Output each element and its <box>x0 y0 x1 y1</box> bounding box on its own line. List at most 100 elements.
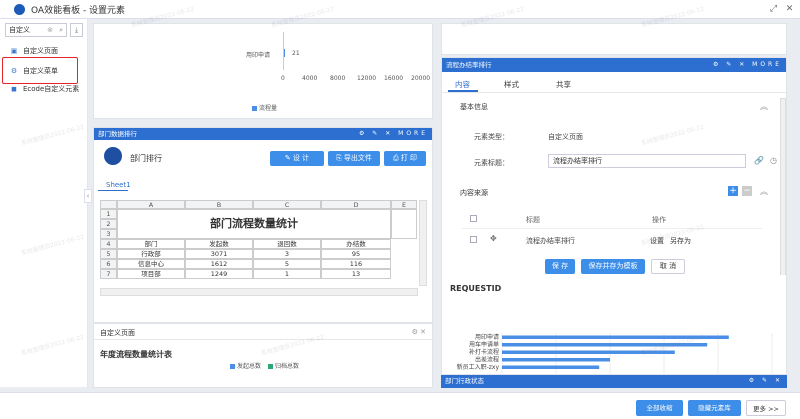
col-header: A <box>117 200 185 209</box>
tab-content[interactable]: 内容 <box>455 79 470 90</box>
dept-logo-icon <box>104 147 122 165</box>
card-header: 流程办结率排行 ⚙ ✎ ✕ MORE <box>442 58 786 72</box>
x-tick: 0 <box>281 75 285 82</box>
divider <box>462 228 762 229</box>
row-saveas-link[interactable]: 另存为 <box>670 236 691 246</box>
remove-icon[interactable]: − <box>742 186 752 196</box>
sidebar-item-custom-menu[interactable]: ⚙ 自定义菜单 <box>5 64 85 78</box>
collapse-sidebar-handle[interactable]: ‹ <box>84 189 92 203</box>
card-header-icons[interactable]: ⚙ ✎ ✕ <box>749 375 783 387</box>
sheet-tab[interactable]: Sheet1 <box>106 181 131 189</box>
collapse-icon[interactable]: ︽ <box>760 101 768 112</box>
drag-handle-icon[interactable]: ✥ <box>490 234 497 243</box>
more-button-label: 更多 >> <box>753 405 779 413</box>
element-settings-panel: 流程办结率排行 ⚙ ✎ ✕ MORE 内容 样式 共享 基本信息 ︽ 元素类型：… <box>441 23 793 388</box>
row-header: 7 <box>100 269 117 279</box>
export-button[interactable]: ⎘ 导出文件 <box>328 151 380 166</box>
save-template-button[interactable]: 保存并存为模板 <box>581 259 645 274</box>
request-chart-card: REQUESTID 0510152025用印申请用车申请单补打卡流程出差流程新员… <box>441 275 787 375</box>
print-button[interactable]: ⎙ 打 印 <box>384 151 426 166</box>
sheet-tab-underline <box>98 190 128 191</box>
sidebar-item-label: Ecode自定义元素 <box>23 85 80 93</box>
save-template-label: 保存并存为模板 <box>588 262 638 270</box>
row-setting-link[interactable]: 设置 <box>650 236 664 246</box>
dept-ranking-card: 部门数据排行 ⚙ ✎ ✕ MORE 部门排行 ✎ 设 计 ⎘ 导出文件 ⎙ 打 … <box>93 127 433 323</box>
section-basic-title: 基本信息 <box>460 103 488 111</box>
row-header: 1 <box>100 209 117 219</box>
main-canvas: 用印申请 21 0 4000 8000 12000 16000 20000 流程… <box>93 23 437 388</box>
hide-library-button[interactable]: 隐藏元素库 <box>688 400 741 416</box>
more-link[interactable]: MORE <box>752 61 782 68</box>
col-header: D <box>321 200 391 209</box>
horizontal-scrollbar[interactable] <box>100 288 418 296</box>
sidebar-item-label: 自定义菜单 <box>23 67 58 75</box>
col-op-header: 操作 <box>652 216 666 224</box>
add-icon[interactable]: + <box>728 186 738 196</box>
custom-page-card: 自定义页面 ⚙ ✕ 年度流程数量统计表 发起总数 归档总数 <box>93 323 434 388</box>
grid-cell <box>391 209 417 239</box>
table-cell: 95 <box>321 249 391 259</box>
y-category-label: 新员工入职-zxy <box>457 363 500 371</box>
export-button-label: 导出文件 <box>343 154 372 162</box>
settings-scrollbar[interactable] <box>780 98 786 288</box>
search-input[interactable]: 自定义 ⊗ ⌕ <box>5 23 67 37</box>
row-header: 6 <box>100 259 117 269</box>
right-top-card <box>441 23 787 55</box>
collapse-icon[interactable]: ︽ <box>760 186 768 197</box>
row-checkbox[interactable] <box>470 236 477 243</box>
chart-data-label: 21 <box>292 50 300 57</box>
row-title: 流程办结率排行 <box>526 237 575 245</box>
more-link[interactable]: MORE <box>398 130 428 137</box>
col-header: C <box>253 200 321 209</box>
element-title-input[interactable]: 流程办结率排行 <box>548 154 746 168</box>
search-icon[interactable]: ⌕ <box>59 24 63 36</box>
x-tick: 20000 <box>411 75 431 82</box>
vertical-scrollbar[interactable] <box>419 200 427 286</box>
legend-swatch <box>252 106 257 111</box>
tab-share[interactable]: 共享 <box>556 79 571 90</box>
table-cell: 116 <box>321 259 391 269</box>
chart-bar <box>502 358 610 362</box>
collapse-all-button[interactable]: 全部收缩 <box>636 400 683 416</box>
card-header-title: 部门数据排行 <box>98 130 137 138</box>
card-header-title: 流程办结率排行 <box>446 61 492 69</box>
legend-label: 发起总数 <box>237 363 262 370</box>
clock-icon[interactable]: ◷ <box>770 156 777 165</box>
chart-bar <box>502 343 708 347</box>
table-cell: 3 <box>253 249 321 259</box>
card-header-icons[interactable]: ⚙ ✎ ✕ MORE <box>713 58 782 72</box>
table-title: 部门流程数量统计 <box>117 209 391 239</box>
select-all-checkbox[interactable] <box>470 215 477 222</box>
sidebar-item-custom-page[interactable]: ▣ 自定义页面 <box>5 44 85 58</box>
col-header: E <box>391 200 417 209</box>
card-header-icons[interactable]: ⚙ ✎ ✕ MORE <box>359 128 428 140</box>
chart-bar <box>502 350 675 354</box>
design-button[interactable]: ✎ 设 计 <box>270 151 324 166</box>
x-tick: 16000 <box>384 75 404 82</box>
close-icon[interactable]: ✕ <box>784 4 795 15</box>
col-header: B <box>185 200 253 209</box>
maximize-icon[interactable]: ⤢ <box>768 4 779 15</box>
table-cell: 13 <box>321 269 391 279</box>
y-category-label: 用车申请单 <box>469 341 499 349</box>
tab-style[interactable]: 样式 <box>504 79 519 90</box>
hide-library-label: 隐藏元素库 <box>698 404 731 412</box>
table-cell: 1612 <box>185 259 253 269</box>
sidebar-item-ecode[interactable]: ◼ Ecode自定义元素 <box>5 82 85 96</box>
window-title: OA效能看板 - 设置元素 <box>31 5 126 16</box>
card-tab[interactable]: 自定义页面 <box>100 328 135 338</box>
more-button[interactable]: 更多 >> <box>746 400 786 416</box>
link-icon[interactable]: 🔗 <box>754 156 764 165</box>
sidebar-item-label: 自定义页面 <box>23 47 58 55</box>
chart-category-label: 用印申请 <box>246 52 271 59</box>
download-icon[interactable]: ⤓ <box>70 23 83 37</box>
chart-bar <box>502 335 729 339</box>
clear-icon[interactable]: ⊗ <box>47 24 53 36</box>
table-col-header: 部门 <box>117 239 185 249</box>
table-cell: 3071 <box>185 249 253 259</box>
divider <box>94 339 434 340</box>
spreadsheet-grid[interactable]: A B C D E 1 2 3 4 5 6 7 部门流程数量统计 部门 发起数 … <box>100 200 428 310</box>
table-cell: 信息中心 <box>117 259 185 269</box>
card-settings-icons[interactable]: ⚙ ✕ <box>412 328 426 336</box>
cancel-button[interactable]: 取 消 <box>651 259 685 274</box>
